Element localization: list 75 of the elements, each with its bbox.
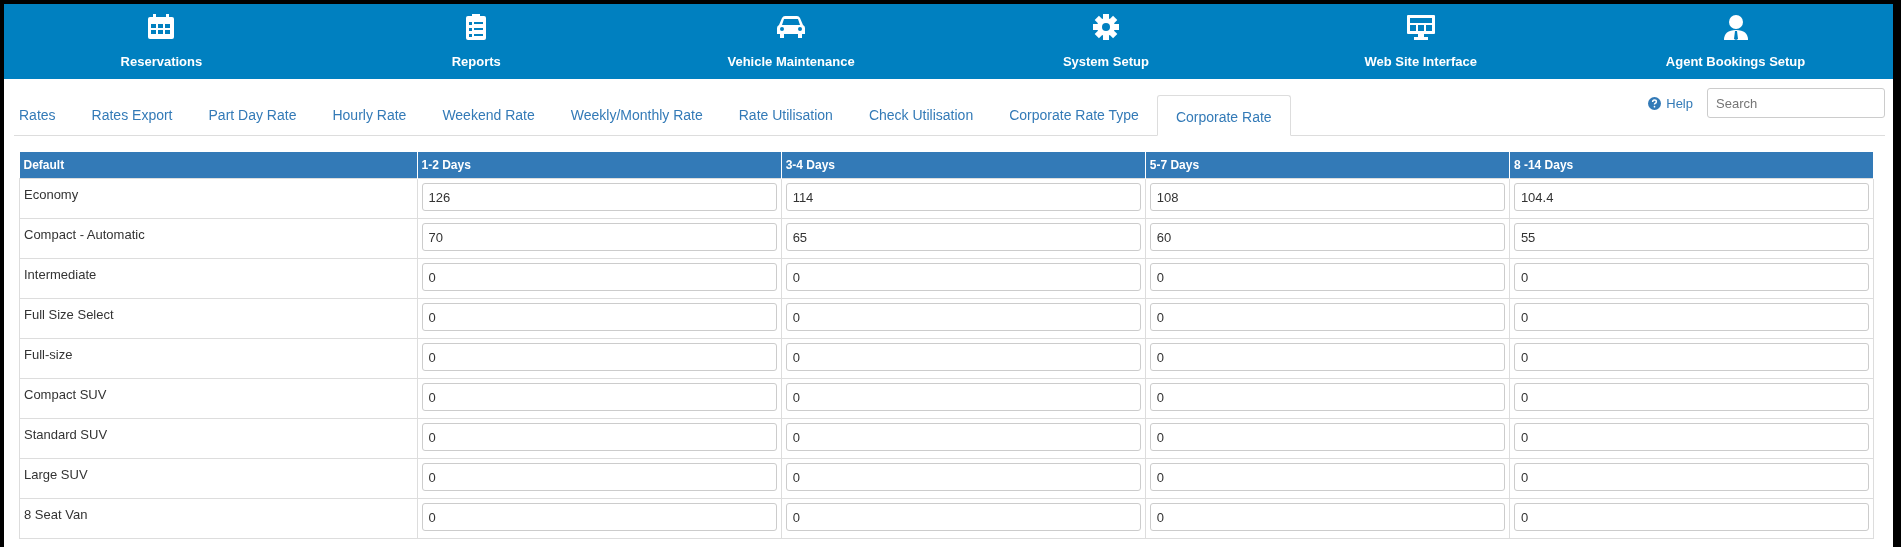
rate-field[interactable]: 0 — [1513, 463, 1869, 491]
rate-field[interactable]: 0 — [785, 343, 1141, 371]
rate-field[interactable]: 0 — [1149, 263, 1505, 291]
column-header: 8 -14 Days — [1509, 152, 1874, 179]
row-label: Standard SUV — [19, 418, 417, 459]
rate-field[interactable]: 0 — [1149, 303, 1505, 331]
row-label: Full Size Select — [19, 298, 417, 339]
rate-field[interactable]: 0 — [1149, 423, 1505, 451]
help-icon — [1648, 96, 1662, 110]
help-link[interactable]: Help — [1648, 95, 1693, 111]
calendar-icon — [147, 14, 176, 40]
rate-field[interactable]: 0 — [785, 463, 1141, 491]
rate-field[interactable]: 0 — [421, 423, 777, 451]
rate-field[interactable]: 0 — [785, 383, 1141, 411]
rate-field[interactable]: 0 — [1513, 423, 1869, 451]
nav-item[interactable]: Agent Bookings Setup — [1578, 4, 1893, 79]
column-header: Default — [19, 152, 417, 179]
tab[interactable]: Weekend Rate — [424, 95, 553, 136]
tab[interactable]: Check Utilisation — [850, 95, 992, 136]
rate-field[interactable]: 0 — [421, 343, 777, 371]
rate-field[interactable]: 126 — [421, 183, 777, 211]
tab[interactable]: Weekly/Monthly Rate — [552, 95, 721, 136]
tab[interactable]: Part Day Rate — [190, 95, 315, 136]
car-icon — [776, 14, 807, 40]
monitor-icon — [1405, 14, 1436, 40]
rate-field[interactable]: 0 — [1149, 463, 1505, 491]
rate-field[interactable]: 0 — [421, 303, 777, 331]
nav-item[interactable]: Vehicle Maintenance — [633, 4, 949, 79]
rate-field[interactable]: 114 — [785, 183, 1141, 211]
rate-field[interactable]: 65 — [785, 223, 1141, 251]
rate-field[interactable]: 104.4 — [1513, 183, 1869, 211]
rate-field[interactable]: 0 — [1149, 383, 1505, 411]
rate-field[interactable]: 0 — [1513, 343, 1869, 371]
row-label: Large SUV — [19, 458, 417, 499]
row-label: Compact SUV — [19, 378, 417, 419]
nav-item[interactable]: Web Site Interface — [1263, 4, 1579, 79]
nav-item[interactable]: Reports — [318, 4, 634, 79]
rate-field[interactable]: 70 — [421, 223, 777, 251]
rate-field[interactable]: 0 — [1149, 343, 1505, 371]
rate-field[interactable]: 0 — [421, 383, 777, 411]
row-label: Intermediate — [19, 258, 417, 299]
rate-field[interactable]: 0 — [1513, 303, 1869, 331]
row-label: Economy — [19, 178, 417, 219]
rate-field[interactable]: 60 — [1149, 223, 1505, 251]
row-label: Full-size — [19, 338, 417, 379]
tab[interactable]: Rates — [14, 95, 74, 136]
rate-field[interactable]: 0 — [785, 503, 1141, 531]
rate-field[interactable]: 0 — [1513, 383, 1869, 411]
tab[interactable]: Rate Utilisation — [720, 95, 851, 136]
tab[interactable]: Hourly Rate — [314, 95, 425, 136]
row-label: 8 Seat Van — [19, 498, 417, 539]
rate-field[interactable]: 0 — [421, 503, 777, 531]
tab[interactable]: Corporate Rate Type — [991, 95, 1157, 136]
row-label: Compact - Automatic — [19, 218, 417, 259]
tab[interactable]: Rates Export — [73, 95, 191, 136]
rate-field[interactable]: 55 — [1513, 223, 1869, 251]
nav-item[interactable]: Reservations — [4, 4, 319, 79]
column-header: 5-7 Days — [1145, 152, 1510, 179]
column-header: 3-4 Days — [781, 152, 1146, 179]
rate-field[interactable]: 0 — [785, 303, 1141, 331]
tab[interactable]: Corporate Rate — [1156, 95, 1291, 136]
rate-field[interactable]: 108 — [1149, 183, 1505, 211]
rate-field[interactable]: 0 — [1149, 503, 1505, 531]
column-header: 1-2 Days — [417, 152, 782, 179]
person-icon — [1722, 14, 1749, 40]
rate-field[interactable]: 0 — [785, 423, 1141, 451]
rate-field[interactable]: 0 — [421, 463, 777, 491]
gear-icon — [1092, 14, 1119, 40]
rate-field[interactable]: 0 — [1513, 263, 1869, 291]
nav-item[interactable]: System Setup — [948, 4, 1264, 79]
rate-field[interactable]: 0 — [1513, 503, 1869, 531]
rate-field[interactable]: 0 — [785, 263, 1141, 291]
checklist-icon — [465, 14, 488, 40]
rate-field[interactable]: 0 — [421, 263, 777, 291]
search-field[interactable]: Search — [1707, 88, 1885, 118]
